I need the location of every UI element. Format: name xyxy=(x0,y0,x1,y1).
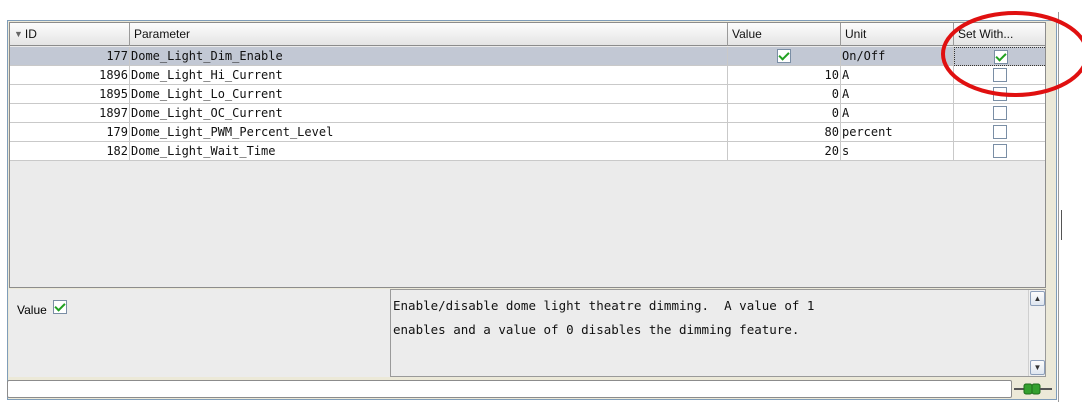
parameter-table[interactable]: ▼ ID Parameter Value Unit Set With... 177… xyxy=(9,22,1046,288)
table-row[interactable]: 1895 Dome_Light_Lo_Current 0 A xyxy=(10,85,1045,104)
cell-unit[interactable]: s xyxy=(841,142,954,161)
value-label: Value xyxy=(17,303,47,317)
cell-set-with[interactable] xyxy=(954,85,1045,104)
description-scrollbar[interactable]: ▲ ▼ xyxy=(1028,290,1045,376)
column-header-set-with[interactable]: Set With... xyxy=(954,23,1045,46)
set-with-checkbox[interactable] xyxy=(993,124,1007,139)
cell-set-with[interactable] xyxy=(954,104,1045,123)
table-row[interactable]: 1897 Dome_Light_OC_Current 0 A xyxy=(10,104,1045,123)
cell-unit[interactable]: A xyxy=(841,104,954,123)
table-row[interactable]: 177 Dome_Light_Dim_Enable On/Off xyxy=(10,47,1045,66)
cell-unit[interactable]: A xyxy=(841,85,954,104)
value-checkbox[interactable] xyxy=(53,300,67,314)
cell-set-with[interactable] xyxy=(954,47,1045,66)
table-row[interactable]: 182 Dome_Light_Wait_Time 20 s xyxy=(10,142,1045,161)
window-edge-marker xyxy=(1061,210,1062,240)
cell-value[interactable]: 20 xyxy=(728,142,841,161)
cell-id[interactable]: 182 xyxy=(10,142,130,161)
editor-panel: Value Enable/disable dome light theatre … xyxy=(9,289,1046,377)
table-row[interactable]: 1896 Dome_Light_Hi_Current 10 A xyxy=(10,66,1045,85)
filter-icon[interactable]: ▼ xyxy=(14,23,23,45)
cell-parameter[interactable]: Dome_Light_Hi_Current xyxy=(130,66,728,85)
cell-id[interactable]: 1895 xyxy=(10,85,130,104)
set-with-checkbox[interactable] xyxy=(993,86,1007,101)
status-input[interactable] xyxy=(7,380,1012,398)
plug-connected-icon xyxy=(1014,383,1052,395)
window-edge xyxy=(1058,12,1059,402)
cell-id[interactable]: 179 xyxy=(10,123,130,142)
table-row[interactable]: 179 Dome_Light_PWM_Percent_Level 80 percent xyxy=(10,123,1045,142)
cell-value[interactable]: 0 xyxy=(728,104,841,123)
column-header-parameter[interactable]: Parameter xyxy=(130,23,728,46)
set-with-checkbox[interactable] xyxy=(993,49,1008,64)
cell-value[interactable] xyxy=(728,47,841,66)
cell-unit[interactable]: percent xyxy=(841,123,954,142)
cell-parameter[interactable]: Dome_Light_PWM_Percent_Level xyxy=(130,123,728,142)
cell-set-with[interactable] xyxy=(954,123,1045,142)
column-header-id[interactable]: ▼ ID xyxy=(10,23,130,46)
column-header-unit[interactable]: Unit xyxy=(841,23,954,46)
description-box: Enable/disable dome light theatre dimmin… xyxy=(390,289,1046,377)
chevron-down-icon[interactable]: ▼ xyxy=(1030,360,1045,375)
value-checkbox-cell[interactable] xyxy=(777,48,791,63)
cell-id[interactable]: 177 xyxy=(10,47,130,66)
set-with-checkbox[interactable] xyxy=(993,67,1007,82)
cell-value[interactable]: 80 xyxy=(728,123,841,142)
cell-parameter[interactable]: Dome_Light_Lo_Current xyxy=(130,85,728,104)
set-with-checkbox[interactable] xyxy=(993,105,1007,120)
cell-set-with[interactable] xyxy=(954,142,1045,161)
cell-unit[interactable]: A xyxy=(841,66,954,85)
set-with-checkbox[interactable] xyxy=(993,143,1007,158)
table-header: ▼ ID Parameter Value Unit Set With... xyxy=(10,23,1045,46)
cell-unit[interactable]: On/Off xyxy=(841,47,954,66)
cell-parameter[interactable]: Dome_Light_Dim_Enable xyxy=(130,47,728,66)
description-text: Enable/disable dome light theatre dimmin… xyxy=(393,298,815,337)
cell-id[interactable]: 1896 xyxy=(10,66,130,85)
chevron-up-icon[interactable]: ▲ xyxy=(1030,291,1045,306)
cell-value[interactable]: 0 xyxy=(728,85,841,104)
cell-parameter[interactable]: Dome_Light_OC_Current xyxy=(130,104,728,123)
cell-set-with[interactable] xyxy=(954,66,1045,85)
cell-value[interactable]: 10 xyxy=(728,66,841,85)
column-header-value[interactable]: Value xyxy=(728,23,841,46)
cell-parameter[interactable]: Dome_Light_Wait_Time xyxy=(130,142,728,161)
cell-id[interactable]: 1897 xyxy=(10,104,130,123)
